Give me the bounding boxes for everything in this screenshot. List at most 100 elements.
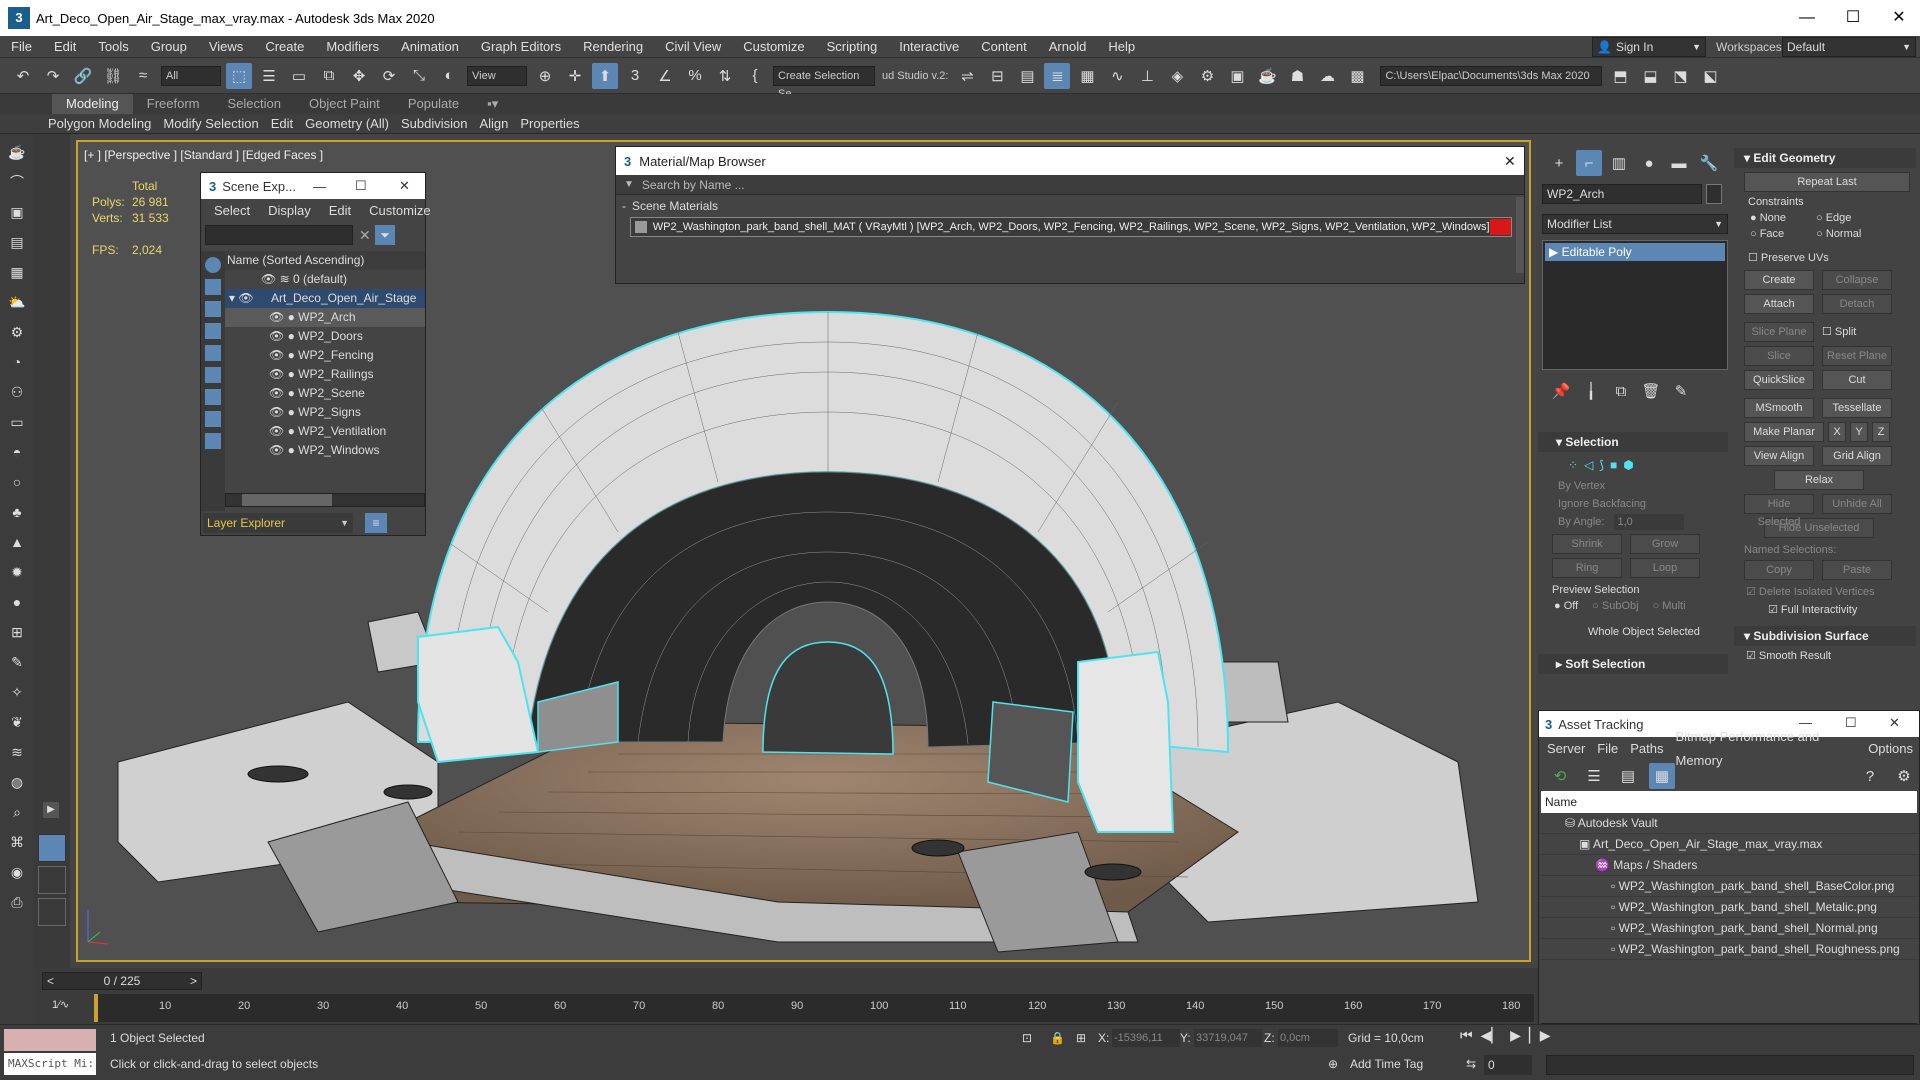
hide-unselected-button[interactable]: Hide Unselected [1764,518,1874,538]
menu-rendering[interactable]: Rendering [572,36,654,58]
pin-stack-icon[interactable]: 📌 [1548,378,1574,404]
panel-geometry-all[interactable]: Geometry (All) [299,114,395,134]
tab-freeform[interactable]: Freeform [133,94,214,114]
horizontal-scrollbar[interactable] [225,493,425,507]
redo-icon[interactable]: ↷ [40,63,66,89]
disc-icon[interactable]: ● [5,590,29,614]
lock-icon[interactable]: 🔒 [1050,1031,1065,1045]
menu-civil-view[interactable]: Civil View [654,36,732,58]
asset-row[interactable]: ▫ WP2_Washington_park_band_shell_Roughne… [1539,939,1919,960]
asset-row[interactable]: ▫ WP2_Washington_park_band_shell_Metalic… [1539,897,1919,918]
scene-column-header[interactable]: Name (Sorted Ascending) [225,251,425,270]
rendered-frame-icon[interactable]: ▣ [1224,63,1250,89]
stack-item[interactable]: ▶ Editable Poly [1545,243,1725,261]
repeat-last-button[interactable]: Repeat Last [1744,172,1910,192]
material-search-input[interactable]: Search by Name ... [642,178,745,192]
hair-icon[interactable]: ≋ [5,740,29,764]
soft-selection-rollout-header[interactable]: ▸ Soft Selection [1538,654,1728,674]
preview-subobj-radio[interactable]: ○ SubObj [1592,598,1638,614]
tessellate-button[interactable]: Tessellate [1822,398,1892,418]
sky-icon[interactable]: ⛅ [5,290,29,314]
grid-align-button[interactable]: Grid Align [1822,446,1892,466]
scene-menu-customize[interactable]: Customize [360,199,439,223]
script-icon[interactable]: ⌘ [5,830,29,854]
utilities-tab-icon[interactable]: 🔧 [1696,150,1722,176]
loop-button[interactable]: Loop [1630,558,1700,578]
x-coordinate-field[interactable]: -15396,11 [1112,1029,1180,1047]
copy-button[interactable]: Copy [1744,560,1814,580]
workspace-dropdown[interactable]: Default ▼ [1782,37,1916,57]
mini-curve-icon[interactable]: 1⁄∿ [52,998,69,1011]
viewport-navigation-field[interactable] [1546,1055,1914,1075]
vray-toolbar-icon[interactable]: ▩ [1344,63,1370,89]
render-icon[interactable]: ◉ [5,860,29,884]
layers-icon[interactable]: ≡ [365,513,387,533]
display-tab-icon[interactable]: ▬ [1666,150,1692,176]
gear-icon[interactable]: ⚙ [5,320,29,344]
menu-group[interactable]: Group [140,36,198,58]
ribbon-options-icon[interactable]: ▪▾ [473,94,512,114]
asset-column-header[interactable]: Name [1541,791,1917,813]
display-helpers-icon[interactable] [205,345,221,361]
link-icon[interactable]: 🔗 [70,63,96,89]
cut-button[interactable]: Cut [1822,370,1892,390]
play-icon[interactable]: ▶ [1510,1027,1521,1044]
y-coordinate-field[interactable]: 33719,047 [1194,1029,1262,1047]
asset-row[interactable]: ▫ WP2_Washington_park_band_shell_Normal.… [1539,918,1919,939]
angle-input[interactable]: 1,0 [1614,514,1685,530]
table-view-icon[interactable]: ▦ [1649,763,1675,789]
leaf-icon[interactable]: ❦ [5,710,29,734]
dome-icon[interactable]: ◓ [5,440,29,464]
polygon-mode-icon[interactable]: ■ [1610,458,1617,472]
display-geometry-icon[interactable] [205,257,221,273]
align-icon[interactable]: ⊟ [984,63,1010,89]
asset-row[interactable]: ⛁ Autodesk Vault [1539,813,1919,834]
preserve-uvs-checkbox[interactable]: ☐ Preserve UVs [1734,242,1916,266]
display-spacewarps-icon[interactable] [205,367,221,383]
maxscript-input[interactable]: MAXScript Mi: [4,1053,96,1075]
asset-menu-file[interactable]: File [1591,737,1624,761]
render-setup-icon[interactable]: ⚙ [1194,63,1220,89]
mirror-icon[interactable]: ⇌ [954,63,980,89]
asset-menu-bitmap[interactable]: Bitmap Performance and Memory [1670,725,1863,773]
minimize-button[interactable]: — [1799,715,1812,730]
select-by-name-icon[interactable]: ☰ [256,63,282,89]
msmooth-button[interactable]: MSmooth [1744,398,1814,418]
toggle-ribbon-icon[interactable]: ▦ [1074,63,1100,89]
ring-button[interactable]: Ring [1552,558,1622,578]
sign-in-dropdown[interactable]: 👤 Sign In ▼ [1592,37,1706,57]
slice-button[interactable]: Slice [1744,346,1814,366]
tree-row[interactable]: 👁 ● WP2_Railings [225,365,425,384]
rect-selection-icon[interactable]: ▭ [286,63,312,89]
key-mode-icon[interactable]: ⇆ [1466,1057,1476,1071]
pivot-center-icon[interactable]: ⊕ [532,63,558,89]
named-selection-dropdown[interactable]: Create Selection Se [773,65,875,100]
asset-row[interactable]: ▣ Art_Deco_Open_Air_Stage_max_vray.max [1539,834,1919,855]
bind-spacewarp-icon[interactable]: ≈ [130,63,156,89]
place-icon[interactable]: ◐ [436,63,462,89]
material-section-header[interactable]: - Scene Materials [616,195,1524,217]
scene-menu-display[interactable]: Display [259,199,320,223]
axis-constraint-icon[interactable]: ✛ [562,63,588,89]
modifier-list-dropdown[interactable]: Modifier List ▼ [1542,214,1728,234]
window-crossing-icon[interactable]: ⧉ [316,63,342,89]
project-folder-icon[interactable]: ⬒ [1607,63,1633,89]
tree-row[interactable]: 👁 ● WP2_Fencing [225,346,425,365]
asset-menu-paths[interactable]: Paths [1624,737,1669,761]
thumbnail-view-icon[interactable]: ▤ [1615,763,1641,789]
split-checkbox[interactable]: ☐ Split [1822,324,1856,340]
helper-icon[interactable]: ▦ [5,260,29,284]
menu-graph-editors[interactable]: Graph Editors [470,36,572,58]
maximize-button[interactable]: ☐ [1845,715,1857,731]
menu-create[interactable]: Create [254,36,315,58]
preview-multi-radio[interactable]: ○ Multi [1653,598,1686,614]
edge-mode-icon[interactable]: ◁ [1584,458,1593,472]
make-unique-icon[interactable]: ⧉ [1608,378,1634,404]
angle-snap-icon[interactable]: ∠ [652,63,678,89]
expand-arrow-icon[interactable]: ▶ [43,802,59,818]
select-object-icon[interactable]: ⬚ [226,62,252,89]
menu-file[interactable]: File [0,36,43,58]
shape-icon[interactable]: ⌒ [5,170,29,194]
render-cloud-icon[interactable]: ☁ [1314,63,1340,89]
grass-icon[interactable]: ♣ [5,500,29,524]
